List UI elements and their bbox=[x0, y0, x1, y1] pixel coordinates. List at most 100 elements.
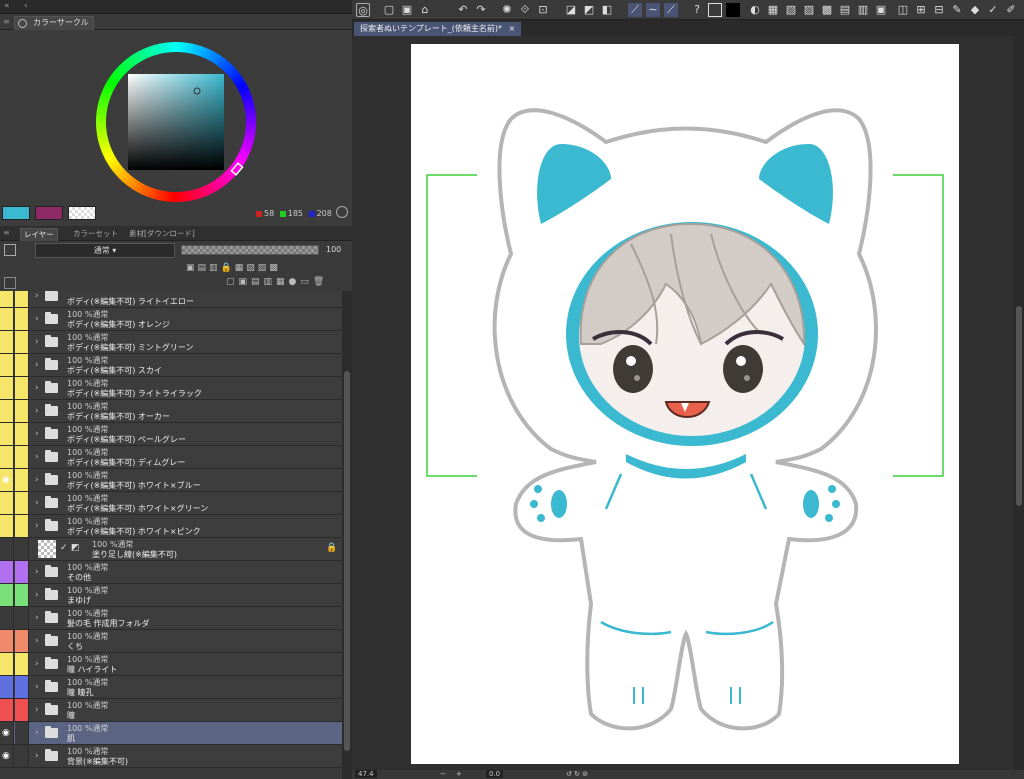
layer-visibility[interactable] bbox=[0, 377, 14, 399]
arrow-left-icon[interactable]: ‹ bbox=[24, 1, 28, 11]
zoom-value[interactable]: 47.4 bbox=[355, 770, 377, 778]
collapse-icon[interactable]: « bbox=[4, 1, 10, 11]
layer-lock[interactable] bbox=[15, 354, 29, 376]
layer-row[interactable]: › 100 %通常 ボディ(※編集不可) ホワイト×ピンク bbox=[0, 515, 342, 538]
layer-visibility[interactable] bbox=[0, 446, 14, 468]
sub-color-swatch[interactable] bbox=[35, 206, 63, 220]
layer-row[interactable]: ◉ › 100 %通常 背景(※編集不可) bbox=[0, 745, 342, 768]
layer-lock[interactable] bbox=[15, 291, 29, 307]
chevron-right-icon[interactable]: › bbox=[35, 452, 39, 462]
fill-icon[interactable]: ◩ bbox=[582, 3, 596, 17]
layer-visibility[interactable] bbox=[0, 561, 14, 583]
layer-lock[interactable] bbox=[15, 492, 29, 514]
layer-visibility[interactable] bbox=[0, 584, 14, 606]
layer-lock[interactable] bbox=[15, 423, 29, 445]
menu-icon[interactable]: ≡ bbox=[3, 17, 10, 26]
layer-row[interactable]: › 100 %通常瞳 ハイライト bbox=[0, 653, 342, 676]
layer-visibility[interactable] bbox=[0, 291, 14, 307]
layer-lock[interactable] bbox=[15, 308, 29, 330]
layer-row[interactable]: › 100 %通常 ボディ(※編集不可) ライトライラック bbox=[0, 377, 342, 400]
eye-icon[interactable]: ◉ bbox=[2, 728, 10, 738]
layer-visibility[interactable] bbox=[0, 492, 14, 514]
canvas-paper[interactable] bbox=[411, 44, 959, 764]
menu-icon[interactable]: ≡ bbox=[3, 228, 10, 237]
chevron-right-icon[interactable]: › bbox=[35, 590, 39, 600]
layer-lock[interactable] bbox=[15, 745, 29, 767]
chevron-right-icon[interactable]: › bbox=[35, 383, 39, 393]
layer-row[interactable]: › 100 %通常 ボディ(※編集不可) オーカー bbox=[0, 400, 342, 423]
layer-visibility[interactable] bbox=[0, 699, 14, 721]
layer-visibility[interactable] bbox=[0, 515, 14, 537]
chevron-right-icon[interactable]: › bbox=[35, 314, 39, 324]
tab-material[interactable]: 素材[ダウンロード] bbox=[126, 228, 198, 241]
chevron-right-icon[interactable]: › bbox=[35, 521, 39, 531]
layer-lock[interactable] bbox=[15, 676, 29, 698]
layer-row[interactable]: › 100 %通常 髪の毛 作成用フォルダ bbox=[0, 607, 342, 630]
layer-color-icon[interactable] bbox=[4, 244, 16, 256]
chevron-right-icon[interactable]: › bbox=[35, 659, 39, 669]
chevron-right-icon[interactable]: › bbox=[35, 360, 39, 370]
layer-lock[interactable] bbox=[15, 561, 29, 583]
pen-icon[interactable]: ✎ bbox=[950, 3, 964, 17]
transform-icon[interactable]: ⊡ bbox=[536, 3, 550, 17]
black-color-icon[interactable] bbox=[726, 3, 740, 17]
eye-icon[interactable]: ◉ bbox=[2, 475, 10, 485]
layer-row[interactable]: › 100 %通常 ボディ(※編集不可) ホワイト×グリーン bbox=[0, 492, 342, 515]
tab-colorset[interactable]: カラーセット bbox=[70, 228, 121, 241]
chevron-right-icon[interactable]: › bbox=[35, 728, 39, 738]
color-mode-icon[interactable] bbox=[336, 206, 348, 218]
snap-curve-icon[interactable]: ∼ bbox=[646, 3, 660, 17]
layer-row[interactable]: ✓ ◩ 🔒 100 %通常 塗り足し線(※編集不可) bbox=[0, 538, 342, 561]
chevron-right-icon[interactable]: › bbox=[35, 406, 39, 416]
chevron-right-icon[interactable]: › bbox=[35, 429, 39, 439]
canvas-viewport[interactable] bbox=[352, 36, 1014, 770]
chevron-right-icon[interactable]: › bbox=[35, 498, 39, 508]
layer-row[interactable]: › 100 %通常 ボディ(※編集不可) ペールグレー bbox=[0, 423, 342, 446]
layer-row[interactable]: › 100 %通常 くち bbox=[0, 630, 342, 653]
layer-lock[interactable] bbox=[15, 653, 29, 675]
layer-lock[interactable] bbox=[15, 699, 29, 721]
chevron-right-icon[interactable]: › bbox=[35, 291, 39, 301]
layer-row[interactable]: › 100 %通常 ボディ(※編集不可) ディムグレー bbox=[0, 446, 342, 469]
lock-icon[interactable]: 🔒 bbox=[326, 543, 337, 553]
chevron-right-icon[interactable]: › bbox=[35, 337, 39, 347]
layer-row[interactable]: ◉ › 100 %通常肌 bbox=[0, 722, 342, 745]
undo-icon[interactable]: ↶ bbox=[456, 3, 470, 17]
brush-icon[interactable]: ✐ bbox=[1004, 3, 1018, 17]
tool-j-icon[interactable]: ⊞ bbox=[914, 3, 928, 17]
layer-lock[interactable] bbox=[15, 377, 29, 399]
tab-color-circle[interactable]: カラーサークル bbox=[14, 16, 94, 30]
layer-row[interactable]: › 100 %通常瞳 bbox=[0, 699, 342, 722]
angle-value[interactable]: 0.0 bbox=[486, 770, 504, 778]
open-icon[interactable]: ▣ bbox=[400, 3, 414, 17]
layer-lock[interactable] bbox=[15, 630, 29, 652]
layer-visibility[interactable] bbox=[0, 538, 14, 560]
layer-lock[interactable] bbox=[15, 584, 29, 606]
layer-visibility[interactable] bbox=[0, 423, 14, 445]
erase-icon[interactable]: ◧ bbox=[600, 3, 614, 17]
layer-lock[interactable] bbox=[15, 469, 29, 491]
layer-row[interactable]: › 100 %通常 ボディ(※編集不可) ミントグリーン bbox=[0, 331, 342, 354]
layer-lock[interactable] bbox=[15, 400, 29, 422]
chevron-right-icon[interactable]: › bbox=[35, 567, 39, 577]
canvas-vscrollbar[interactable] bbox=[1014, 36, 1024, 770]
layer-row[interactable]: › 100 %通常 その他 bbox=[0, 561, 342, 584]
fg-color-icon[interactable] bbox=[708, 3, 722, 17]
color-wheel[interactable] bbox=[0, 30, 352, 226]
zoom-in-icon[interactable]: + bbox=[456, 770, 462, 778]
opacity-slider[interactable] bbox=[181, 245, 319, 255]
blend-mode-select[interactable]: 通常 ▾ bbox=[35, 243, 175, 258]
chevron-right-icon[interactable]: › bbox=[35, 705, 39, 715]
snap-ruler-icon[interactable]: ⟋ bbox=[664, 3, 678, 17]
layer-action-icons[interactable]: ▢▣▤▥▦●▭🗑 bbox=[226, 277, 346, 289]
layer-row[interactable]: ◉ › 100 %通常 ボディ(※編集不可) ホワイト×ブルー bbox=[0, 469, 342, 492]
snap-icon[interactable]: ⟋ bbox=[628, 3, 642, 17]
layer-visibility[interactable] bbox=[0, 331, 14, 353]
tool-a-icon[interactable]: ◐ bbox=[748, 3, 762, 17]
tab-layer[interactable]: レイヤー bbox=[20, 228, 58, 241]
tool-c-icon[interactable]: ▧ bbox=[784, 3, 798, 17]
document-tab[interactable]: 探索者ぬいテンプレート_(依頼主名前)* × bbox=[354, 22, 522, 36]
tool-h-icon[interactable]: ▣ bbox=[874, 3, 888, 17]
chevron-right-icon[interactable]: › bbox=[35, 613, 39, 623]
layer-visibility[interactable] bbox=[0, 400, 14, 422]
